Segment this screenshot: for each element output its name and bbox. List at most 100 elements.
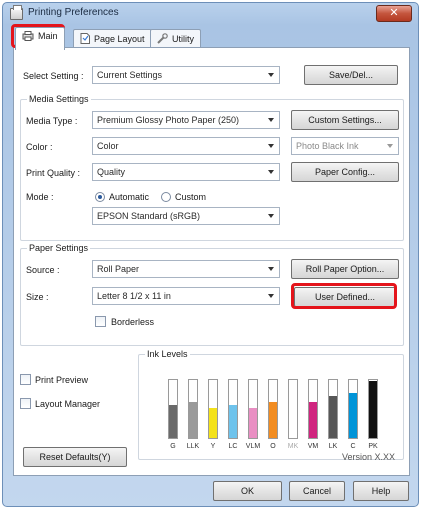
utility-icon (157, 33, 168, 46)
ink-label-pk: PK (368, 443, 378, 450)
tab-bar: Main Page Layout Utility (15, 27, 410, 50)
media-settings-title: Media Settings (27, 94, 91, 104)
custom-settings-button[interactable]: Custom Settings... (291, 110, 399, 130)
ink-levels-group: Ink Levels G LLK Y LC VLM O MK VM LK C PK (138, 349, 404, 460)
borderless-label: Borderless (111, 317, 155, 327)
layout-manager-checkbox[interactable] (20, 398, 31, 409)
black-ink-dropdown: Photo Black Ink (291, 137, 399, 155)
print-preview-checkbox[interactable] (20, 374, 31, 385)
cancel-button[interactable]: Cancel (289, 481, 345, 501)
save-del-button[interactable]: Save/Del... (304, 65, 398, 85)
paper-settings-group: Paper Settings Source : Roll Paper Roll … (20, 243, 404, 346)
chevron-down-icon (268, 294, 274, 298)
select-setting-dropdown[interactable]: Current Settings (92, 66, 280, 84)
chevron-down-icon (268, 214, 274, 218)
chevron-down-icon (268, 144, 274, 148)
ink-bar-g (168, 379, 178, 439)
select-setting-value: Current Settings (97, 70, 163, 80)
tab-utility[interactable]: Utility (150, 29, 201, 48)
chevron-down-icon (387, 144, 393, 148)
ink-label-llk: LLK (186, 443, 200, 450)
mode-automatic-label: Automatic (109, 192, 150, 202)
size-value: Letter 8 1/2 x 11 in (97, 291, 171, 301)
color-mode-value: EPSON Standard (sRGB) (97, 211, 201, 221)
title-bar: Printing Preferences ✕ (3, 3, 418, 26)
ink-levels-title: Ink Levels (145, 349, 190, 359)
ink-fill-g (169, 405, 177, 438)
ink-bar-lc (228, 379, 238, 439)
mode-label: Mode : (26, 192, 54, 202)
page-layout-icon (80, 33, 90, 46)
ok-button[interactable]: OK (213, 481, 282, 501)
source-label: Source : (26, 265, 60, 275)
printer-icon (22, 31, 34, 43)
color-dropdown[interactable]: Color (92, 137, 280, 155)
color-mode-dropdown[interactable]: EPSON Standard (sRGB) (92, 207, 280, 225)
roll-paper-option-button[interactable]: Roll Paper Option... (291, 259, 399, 279)
select-setting-label: Select Setting : (23, 71, 84, 81)
help-button[interactable]: Help (353, 481, 409, 501)
ink-label-g: G (170, 443, 176, 450)
chevron-down-icon (268, 267, 274, 271)
media-type-label: Media Type : (26, 116, 78, 126)
ink-label-vlm: VLM (245, 443, 261, 450)
close-button[interactable]: ✕ (376, 5, 412, 22)
tab-page-layout-label: Page Layout (94, 34, 145, 44)
ink-fill-pk (369, 381, 377, 438)
ink-label-lc: LC (228, 443, 238, 450)
color-value: Color (97, 141, 119, 151)
size-dropdown[interactable]: Letter 8 1/2 x 11 in (92, 287, 280, 305)
print-quality-label: Print Quality : (26, 168, 81, 178)
ink-fill-vm (309, 402, 317, 438)
source-dropdown[interactable]: Roll Paper (92, 260, 280, 278)
ink-level-bars: G LLK Y LC VLM O MK VM LK C PK (165, 375, 385, 455)
paper-settings-title: Paper Settings (27, 243, 91, 253)
ink-bar-c (348, 379, 358, 439)
print-quality-value: Quality (97, 167, 126, 177)
tab-page-layout[interactable]: Page Layout (73, 29, 152, 48)
ink-bar-vm (308, 379, 318, 439)
mode-custom-radio[interactable] (161, 192, 171, 202)
size-label: Size : (26, 292, 49, 302)
ink-bar-mk (288, 379, 298, 439)
ink-label-c: C (350, 443, 356, 450)
ink-bar-vlm (248, 379, 258, 439)
ink-bar-lk (328, 379, 338, 439)
black-ink-value: Photo Black Ink (296, 141, 359, 151)
window-title: Printing Preferences (28, 7, 119, 18)
chevron-down-icon (268, 170, 274, 174)
ink-fill-c (349, 393, 357, 438)
mode-automatic-radio[interactable] (95, 192, 105, 202)
layout-manager-label: Layout Manager (35, 399, 101, 409)
printer-icon (10, 5, 23, 20)
printing-preferences-window: Printing Preferences ✕ Main Page Layout … (2, 2, 419, 507)
ink-fill-lc (229, 405, 237, 438)
ink-fill-vlm (249, 408, 257, 438)
ink-label-vm: VM (307, 443, 319, 450)
ink-fill-llk (189, 402, 197, 438)
media-type-value: Premium Glossy Photo Paper (250) (97, 115, 240, 125)
media-settings-group: Media Settings Media Type : Premium Glos… (20, 94, 404, 241)
ink-label-y: Y (210, 443, 216, 450)
main-tab-panel: Select Setting : Current Settings Save/D… (13, 47, 410, 476)
ink-bar-o (268, 379, 278, 439)
ink-fill-o (269, 402, 277, 438)
chevron-down-icon (268, 118, 274, 122)
borderless-checkbox[interactable] (95, 316, 106, 327)
print-quality-dropdown[interactable]: Quality (92, 163, 280, 181)
source-value: Roll Paper (97, 264, 140, 274)
print-preview-label: Print Preview (35, 375, 89, 385)
ink-bar-y (208, 379, 218, 439)
tab-main[interactable]: Main (15, 27, 65, 50)
paper-config-button[interactable]: Paper Config... (291, 162, 399, 182)
chevron-down-icon (268, 73, 274, 77)
ink-label-mk: MK (287, 443, 299, 450)
mode-custom-label: Custom (175, 192, 207, 202)
reset-defaults-button[interactable]: Reset Defaults(Y) (23, 447, 127, 467)
version-label: Version X.XX (342, 452, 396, 462)
ink-label-lk: LK (328, 443, 338, 450)
user-defined-button[interactable]: User Defined... (294, 287, 396, 307)
ink-bar-pk (368, 379, 378, 439)
color-label: Color : (26, 142, 53, 152)
media-type-dropdown[interactable]: Premium Glossy Photo Paper (250) (92, 111, 280, 129)
